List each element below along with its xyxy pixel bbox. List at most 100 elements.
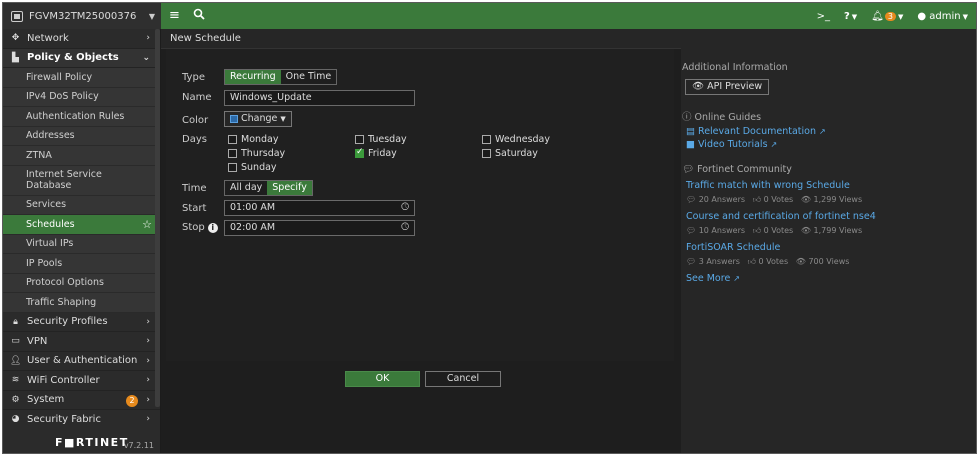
checkbox-icon xyxy=(228,135,237,144)
api-preview-button[interactable]: 👁︎ API Preview xyxy=(685,79,770,95)
days-label: Days xyxy=(182,134,207,145)
post-views: 1,799 Views xyxy=(813,226,863,235)
color-change-button[interactable]: Change ▼ xyxy=(224,111,292,127)
sidebar-item-wifi-controller[interactable]: ≋ WiFi Controller › xyxy=(3,371,160,391)
sidebar-subitem-ip-pools[interactable]: IP Pools xyxy=(3,254,160,274)
type-one-time-option[interactable]: One Time xyxy=(280,70,337,84)
name-input[interactable]: Windows_Update xyxy=(224,90,415,106)
sidebar-subitem-internet-service-database[interactable]: Internet Service Database xyxy=(3,165,160,196)
day-sunday-checkbox[interactable]: Sunday xyxy=(228,162,277,173)
hamburger-icon[interactable]: ≡ xyxy=(169,8,180,23)
community-post-link[interactable]: Course and certification of fortinet nse… xyxy=(686,211,876,222)
sidebar-scrollbar[interactable] xyxy=(155,29,160,407)
sidebar-subitem-traffic-shaping[interactable]: Traffic Shaping xyxy=(3,293,160,313)
sidebar-item-network[interactable]: ✥ Network › xyxy=(3,29,160,49)
info-panel: Additional Information 👁︎ API Preview ⓘ … xyxy=(681,29,976,453)
lock-icon: 🔒︎ xyxy=(13,316,18,327)
app-window: FGVM32TM25000376 ▼ ≡ >_ ? ▼ 🔔︎ 3 ▼ ● admin ▼… xyxy=(2,2,977,454)
eye-icon: 👁︎ xyxy=(692,81,705,92)
help-button[interactable]: ? ▼ xyxy=(844,11,857,22)
search-icon[interactable] xyxy=(193,8,205,23)
post-meta: 💬︎ 3 Answers 👍︎ 0 Votes 👁︎ 700 Views xyxy=(686,257,850,266)
additional-info-heading: Additional Information xyxy=(682,62,788,73)
device-selector[interactable]: FGVM32TM25000376 ▼ xyxy=(3,3,161,29)
day-label: Thursday xyxy=(241,148,286,159)
post-meta: 💬︎ 10 Answers 👍︎ 0 Votes 👁︎ 1,799 Views xyxy=(686,226,863,235)
laptop-icon: ▭ xyxy=(11,336,20,347)
type-recurring-option[interactable]: Recurring xyxy=(225,70,281,84)
sidebar-subitem-virtual-ips[interactable]: Virtual IPs xyxy=(3,234,160,254)
day-monday-checkbox[interactable]: Monday xyxy=(228,134,279,145)
notifications-button[interactable]: 🔔︎ 3 ▼ xyxy=(871,11,903,22)
chevron-down-icon: ▼ xyxy=(962,12,968,21)
post-views: 700 Views xyxy=(808,257,850,266)
post-answers: 20 Answers xyxy=(698,195,746,204)
start-time-input[interactable]: 01:00 AM 🕓︎ xyxy=(224,200,415,216)
version-label: v7.2.11 xyxy=(123,441,154,450)
day-wednesday-checkbox[interactable]: Wednesday xyxy=(482,134,550,145)
start-label: Start xyxy=(182,203,207,214)
chevron-down-icon: ⌄ xyxy=(142,52,150,63)
sidebar-item-security-profiles[interactable]: 🔒︎ Security Profiles › xyxy=(3,313,160,332)
sidebar-item-label: WiFi Controller xyxy=(27,374,100,386)
stop-label: Stop i xyxy=(182,222,218,233)
sidebar-item-label: Policy & Objects xyxy=(27,52,119,64)
sidebar-item-label: Security Profiles xyxy=(27,316,108,328)
time-all-day-option[interactable]: All day xyxy=(225,181,268,195)
chevron-down-icon: ▼ xyxy=(148,11,155,21)
time-specify-option[interactable]: Specify xyxy=(267,181,312,195)
clock-icon[interactable]: 🕓︎ xyxy=(401,201,409,215)
sidebar-subitem-authentication-rules[interactable]: Authentication Rules xyxy=(3,107,160,127)
star-icon[interactable]: ☆ xyxy=(142,218,152,231)
schedule-form: Type Recurring One Time Name Windows_Upd… xyxy=(166,49,674,361)
sidebar-subitem-firewall-policy[interactable]: Firewall Policy xyxy=(3,68,160,88)
external-link-icon: ↗ xyxy=(733,274,740,283)
sidebar-item-vpn[interactable]: ▭ VPN › xyxy=(3,332,160,352)
day-tuesday-checkbox[interactable]: Tuesday xyxy=(355,134,407,145)
day-thursday-checkbox[interactable]: Thursday xyxy=(228,148,285,159)
sidebar-subitem-addresses[interactable]: Addresses xyxy=(3,126,160,146)
clock-icon[interactable]: 🕓︎ xyxy=(401,221,409,235)
chevron-right-icon: › xyxy=(146,355,150,366)
device-name: FGVM32TM25000376 xyxy=(29,10,137,22)
chevron-right-icon: › xyxy=(146,414,150,425)
book-icon: ▤ xyxy=(686,126,695,137)
sidebar-subitem-protocol-options[interactable]: Protocol Options xyxy=(3,273,160,293)
ok-button[interactable]: OK xyxy=(345,371,420,387)
sidebar-subitem-ztna[interactable]: ZTNA xyxy=(3,146,160,166)
sidebar-item-system[interactable]: ⚙ System 2 › xyxy=(3,391,160,410)
day-friday-checkbox[interactable]: Friday xyxy=(355,147,397,159)
video-tutorials-link[interactable]: ■ Video Tutorials ↗ xyxy=(686,139,777,150)
community-heading: 💬︎ Fortinet Community xyxy=(682,164,792,175)
cancel-button[interactable]: Cancel xyxy=(425,371,501,387)
cli-console-button[interactable]: >_ xyxy=(817,11,830,22)
sidebar-subitem-schedules[interactable]: Schedules ☆ xyxy=(3,215,160,235)
external-link-icon: ↗ xyxy=(770,140,778,149)
community-post-link[interactable]: Traffic match with wrong Schedule xyxy=(686,180,850,191)
stop-label-text: Stop xyxy=(182,222,205,233)
sidebar-subitem-services[interactable]: Services xyxy=(3,195,160,215)
info-icon[interactable]: i xyxy=(207,223,218,233)
sidebar-item-label: System xyxy=(27,394,65,406)
notification-badge: 3 xyxy=(884,11,896,21)
link-label: Relevant Documentation xyxy=(698,126,816,137)
time-label: Time xyxy=(182,183,207,194)
sidebar-item-user-authentication[interactable]: 👤︎ User & Authentication › xyxy=(3,352,160,371)
see-more-link[interactable]: See More ↗ xyxy=(686,273,740,284)
post-votes: 0 Votes xyxy=(763,226,794,235)
help-icon: ? xyxy=(843,10,850,22)
chevron-right-icon: › xyxy=(146,316,150,327)
relevant-documentation-link[interactable]: ▤ Relevant Documentation ↗ xyxy=(686,126,826,137)
link-label: Video Tutorials xyxy=(698,139,768,150)
user-menu[interactable]: ● admin ▼ xyxy=(917,11,968,22)
checkbox-icon xyxy=(482,135,491,144)
sidebar-subitem-ipv4-dos-policy[interactable]: IPv4 DoS Policy xyxy=(3,87,160,107)
sidebar-item-security-fabric[interactable]: ◕ Security Fabric › xyxy=(3,410,160,430)
stop-time-input[interactable]: 02:00 AM 🕓︎ xyxy=(224,220,415,236)
sidebar-item-policy-objects[interactable]: ▙ Policy & Objects ⌄ xyxy=(3,48,160,68)
day-saturday-checkbox[interactable]: Saturday xyxy=(482,148,538,159)
community-post-link[interactable]: FortiSOAR Schedule xyxy=(686,242,780,253)
video-icon: ■ xyxy=(686,139,695,150)
user-icon: 👤︎ xyxy=(10,355,22,366)
sidebar-item-label: Network xyxy=(27,32,69,44)
